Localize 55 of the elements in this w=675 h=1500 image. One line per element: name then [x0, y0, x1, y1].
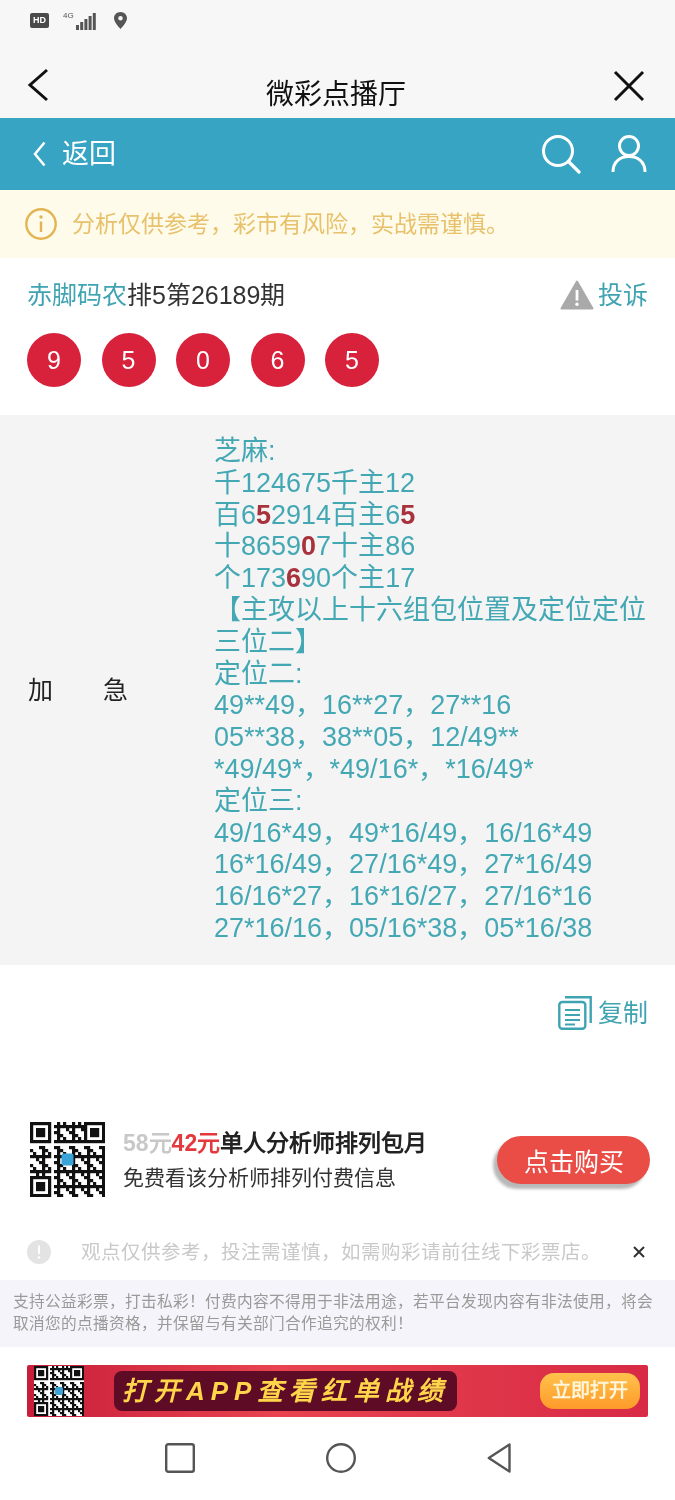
page-title: 微彩点播厅 [266, 79, 406, 111]
author-name[interactable]: 赤脚码农 [27, 280, 127, 310]
location-pin-icon [113, 12, 127, 29]
close-icon[interactable] [633, 1245, 645, 1258]
number-ball: 5 [101, 333, 156, 387]
square-icon[interactable] [164, 1443, 195, 1474]
number-ball: 9 [27, 333, 81, 387]
triangle-icon[interactable] [486, 1443, 511, 1474]
content-line: 千124675千主12 [214, 467, 417, 500]
warning-icon [560, 280, 594, 310]
hd-badge: HD [30, 13, 49, 28]
buy-button[interactable]: 点击购买 [497, 1135, 650, 1184]
content-line: *49/49*，*49/16*，*16/49* [214, 753, 535, 786]
user-icon[interactable] [611, 135, 647, 173]
content-line: 定位二: [214, 658, 304, 691]
ad-banner[interactable]: 打开APP查看红单战绩 立即打开 [27, 1364, 648, 1417]
content-line: 百652914百主65 [214, 499, 417, 531]
circle-icon[interactable] [325, 1443, 356, 1474]
banner-text: 打开APP查看红单战绩 [114, 1370, 458, 1411]
content-line: 十865907十主86 [214, 531, 417, 564]
content-line: 芝麻: [214, 436, 277, 468]
promo-subtitle: 免费看该分析师排列付费信息 [123, 1164, 397, 1191]
content-line: 49**49，16**27，27**16 [214, 690, 513, 723]
content-line: 16*16/49，27/16*49，27*16/49 [214, 849, 594, 882]
price: 42元 [171, 1128, 221, 1157]
copy-button[interactable]: 复制 [558, 995, 648, 1030]
category-label: 加 急 [28, 675, 128, 704]
notice-text: 分析仅供参考，彩市有风险，实战需谨慎。 [72, 210, 509, 238]
search-icon[interactable] [541, 134, 581, 174]
promo-title: 单人分析师排列包月 [220, 1128, 428, 1157]
report-button[interactable]: 投诉 [560, 280, 648, 310]
open-app-button[interactable]: 立即打开 [540, 1372, 640, 1409]
qr-code-icon [30, 1122, 105, 1198]
content-line: 16/16*27，16*16/27，27/16*16 [214, 881, 594, 913]
network-label: 4G [63, 12, 74, 20]
qr-code-icon [34, 1365, 84, 1416]
signal-icon [75, 13, 96, 30]
number-ball: 5 [325, 333, 379, 387]
close-icon[interactable] [613, 70, 645, 102]
issue-title: 排5第26189期 [127, 280, 286, 310]
legal-text: 支持公益彩票，打击私彩！付费内容不得用于非法用途，若平台发现内容有非法使用，将会取消您的点播资格，并保留与有关部门合作追究的权利！ [0, 1279, 675, 1347]
copy-icon [558, 995, 592, 1030]
content-line: 定位三: [214, 785, 304, 818]
back-button[interactable]: 返回 [33, 138, 116, 170]
number-ball: 0 [176, 333, 230, 387]
content-line: 【主攻以上十六组包位置及定位定位三位二】 [214, 595, 647, 659]
content-line: 49/16*49，49*16/49，16/16*49 [214, 817, 594, 850]
chevron-left-icon[interactable] [27, 68, 49, 102]
number-ball: 6 [250, 333, 305, 387]
chevron-left-icon [33, 141, 46, 167]
alert-icon [27, 1239, 51, 1264]
content-line: 个173690个主17 [214, 563, 417, 595]
content-line: 05**38，38**05，12/49** [214, 722, 520, 754]
info-icon [25, 208, 57, 240]
content-line: 27*16/16，05/16*38，05*16/38 [214, 912, 594, 945]
